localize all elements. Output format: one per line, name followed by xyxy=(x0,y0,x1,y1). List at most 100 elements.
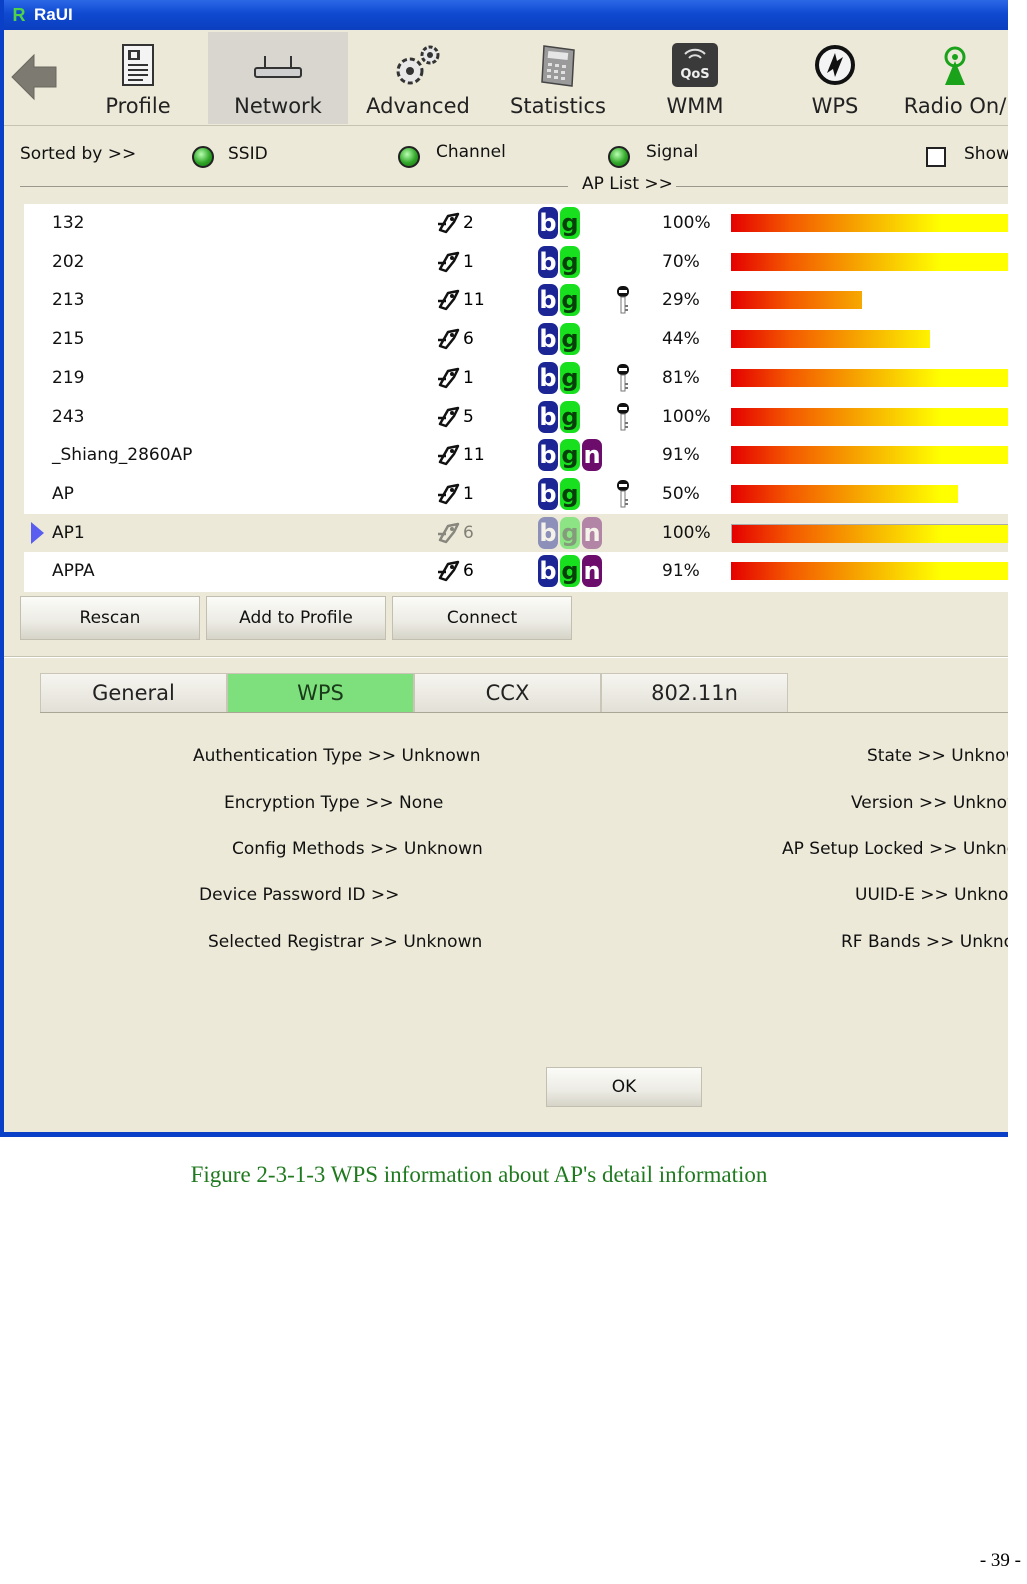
mode-b-badge: b xyxy=(538,207,558,239)
mode-b-badge: b xyxy=(538,361,558,394)
sort-signal-radio[interactable] xyxy=(608,146,630,168)
mode-b-badge: b xyxy=(538,323,558,356)
signal-bar xyxy=(731,446,1008,465)
info-device-password-id: Device Password ID >> xyxy=(199,885,399,905)
signal-bar xyxy=(731,484,1008,503)
sorted-by-label: Sorted by >> xyxy=(20,144,137,164)
signal-bar xyxy=(731,562,1008,581)
signal-bar xyxy=(731,252,1008,271)
tab-general[interactable]: General xyxy=(40,673,227,713)
ap-row[interactable]: AP 1 b g 50% xyxy=(24,475,1008,514)
toolbar-wps[interactable]: WPS xyxy=(765,32,905,124)
toolbar-statistics-label: Statistics xyxy=(510,94,606,118)
toolbar-statistics[interactable]: Statistics xyxy=(488,32,628,124)
sort-channel-radio[interactable] xyxy=(398,146,420,168)
toolbar-wmm-label: WMM xyxy=(666,94,724,118)
ap-row[interactable]: 202 1 b g 70% xyxy=(24,243,1008,282)
ap-channel: 11 xyxy=(436,287,485,313)
ap-channel: 1 xyxy=(436,249,474,275)
channel-icon xyxy=(438,290,460,311)
tab-wps[interactable]: WPS xyxy=(227,673,414,713)
ap-row[interactable]: AP1 6 b g n 100% xyxy=(24,513,1008,553)
wps-icon xyxy=(808,38,862,92)
rescan-button[interactable]: Rescan xyxy=(20,596,200,640)
channel-number: 1 xyxy=(463,367,474,388)
toolbar-profile-label: Profile xyxy=(105,94,171,118)
signal-percent: 29% xyxy=(662,290,700,311)
svg-text:QoS: QoS xyxy=(680,67,709,82)
toolbar-radio[interactable]: Radio On/ xyxy=(885,32,1008,124)
ap-row[interactable]: 132 2 b g 100% xyxy=(24,204,1008,243)
tab-ccx[interactable]: CCX xyxy=(414,673,601,713)
mode-n-badge: n xyxy=(582,439,602,472)
info-state: State >> Unknown xyxy=(867,746,1008,766)
back-arrow-icon[interactable] xyxy=(8,50,60,104)
ap-channel: 5 xyxy=(436,404,474,430)
signal-percent: 100% xyxy=(662,522,711,543)
mode-g-badge: g xyxy=(560,555,580,588)
key-icon xyxy=(616,363,630,393)
ap-ssid: 202 xyxy=(52,251,85,272)
mode-b-badge: b xyxy=(538,245,558,278)
info-label: RF Bands >> xyxy=(841,932,955,952)
signal-bar-fill xyxy=(732,524,1008,543)
mode-badges: bg xyxy=(538,361,580,394)
info-value: None xyxy=(399,793,444,813)
mode-g-badge: g xyxy=(560,477,580,510)
tab-802-11n[interactable]: 802.11n xyxy=(601,673,788,713)
mode-badges: bgn xyxy=(538,516,602,549)
toolbar-profile[interactable]: Profile xyxy=(68,32,208,124)
mode-b-badge: b xyxy=(538,555,558,588)
info-value: Unknown xyxy=(952,793,1008,813)
ap-channel: 1 xyxy=(436,365,474,391)
mode-n-badge: n xyxy=(582,516,602,549)
signal-bar-fill xyxy=(731,484,958,503)
sort-ssid-radio[interactable] xyxy=(192,146,214,168)
toolbar-network[interactable]: Network xyxy=(208,32,348,124)
ap-row[interactable]: 243 5 b g 100% xyxy=(24,398,1008,437)
network-icon xyxy=(251,38,305,92)
ap-channel: 6 xyxy=(436,558,474,584)
add-to-profile-button[interactable]: Add to Profile xyxy=(206,596,386,640)
sort-signal-label: Signal xyxy=(646,142,699,162)
info-label: Device Password ID >> xyxy=(199,885,400,905)
signal-bar xyxy=(731,368,1008,387)
mode-b-badge: b xyxy=(538,516,558,549)
ap-row[interactable]: 213 11 b g 29% xyxy=(24,281,1008,320)
ap-row[interactable]: _Shiang_2860AP 11 b g n 91% xyxy=(24,436,1008,475)
ap-channel: 6 xyxy=(436,326,474,352)
signal-percent: 100% xyxy=(662,406,711,427)
show-checkbox[interactable] xyxy=(926,147,946,167)
info-selected-registrar: Selected Registrar >> Unknown xyxy=(208,932,482,952)
info-authentication-type: Authentication Type >> Unknown xyxy=(193,746,480,766)
ap-ssid: 219 xyxy=(52,367,85,388)
ok-button[interactable]: OK xyxy=(546,1067,702,1107)
ap-list-separator xyxy=(20,182,1008,190)
info-value: Unknown xyxy=(954,885,1008,905)
ap-row[interactable]: 215 6 b g 44% xyxy=(24,320,1008,359)
info-value: Unknown xyxy=(959,932,1008,952)
connect-button[interactable]: Connect xyxy=(392,596,572,640)
ap-row[interactable]: 219 1 b g 81% xyxy=(24,359,1008,398)
mode-badges: bg xyxy=(538,245,580,278)
toolbar-advanced[interactable]: Advanced xyxy=(348,32,488,124)
mode-b-badge: b xyxy=(538,439,558,472)
info-uuid-e: UUID-E >> Unknown xyxy=(855,885,1008,905)
ap-row[interactable]: APPA 6 b g n 91% xyxy=(24,552,1008,591)
info-ap-setup-locked: AP Setup Locked >> Unknown xyxy=(782,839,1008,859)
channel-icon xyxy=(438,367,460,389)
toolbar-wmm[interactable]: QoS WMM xyxy=(625,32,765,124)
info-value: Unknown xyxy=(401,746,481,766)
channel-icon xyxy=(438,561,460,582)
info-label: Encryption Type >> xyxy=(224,793,394,813)
info-value: Unknown xyxy=(403,932,483,952)
signal-percent: 91% xyxy=(662,445,700,466)
signal-percent: 44% xyxy=(662,329,700,350)
channel-number: 6 xyxy=(463,329,474,350)
info-version: Version >> Unknown xyxy=(851,793,1008,813)
mode-g-badge: g xyxy=(560,323,580,356)
window-title: RaUI xyxy=(34,5,73,24)
key-icon xyxy=(616,285,630,315)
figure-caption: Figure 2-3-1-3 WPS information about AP'… xyxy=(190,1162,768,1187)
radio-antenna-icon xyxy=(928,38,982,92)
